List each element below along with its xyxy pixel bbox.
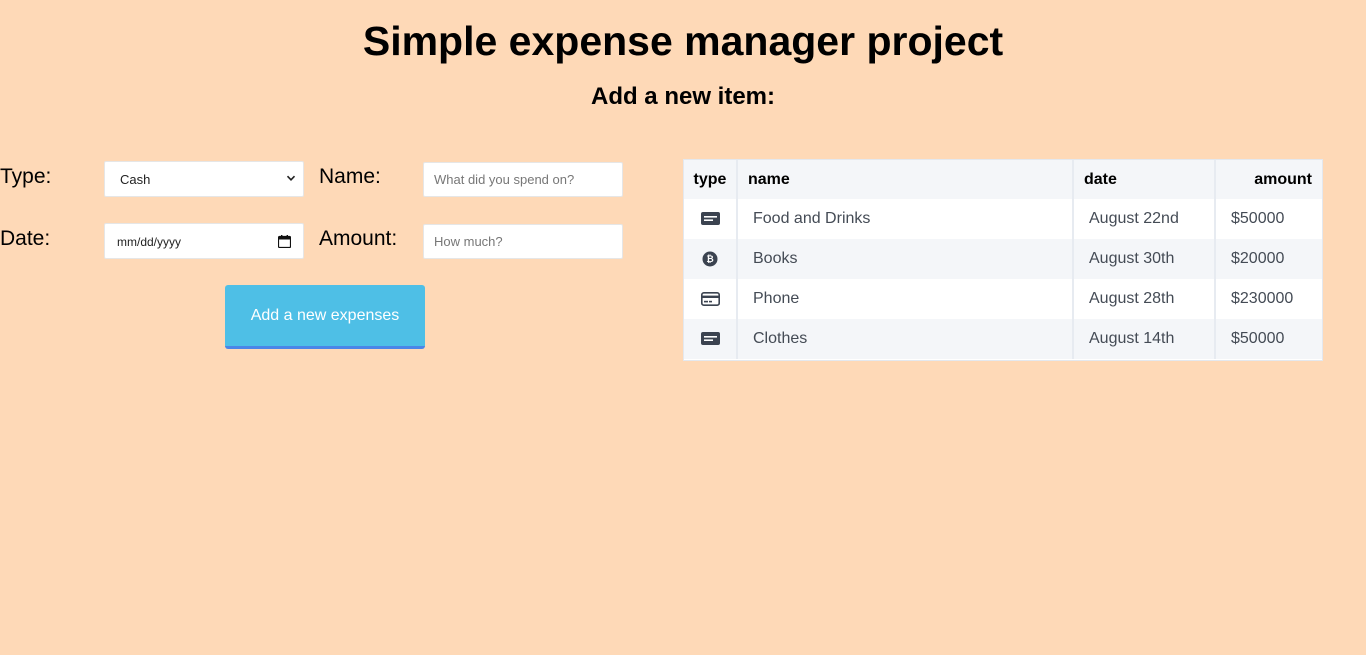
- type-select[interactable]: Cash: [104, 161, 304, 197]
- row-name-cell: Books: [738, 239, 1074, 279]
- row-amount-cell: $50000: [1216, 319, 1322, 359]
- column-header-date[interactable]: date: [1074, 160, 1216, 199]
- amount-label: Amount:: [319, 227, 398, 250]
- table-header-row: type name date amount: [684, 160, 1322, 199]
- column-header-type[interactable]: type: [684, 160, 738, 199]
- date-label: Date:: [0, 227, 51, 250]
- row-type-cell: [684, 199, 738, 239]
- table-row: ₿ Books August 30th $20000: [684, 239, 1322, 279]
- page: Simple expense manager project Add a new…: [0, 0, 1366, 655]
- row-date-cell: August 22nd: [1074, 199, 1216, 239]
- row-amount-cell: $50000: [1231, 210, 1285, 227]
- svg-text:₿: ₿: [706, 254, 713, 265]
- name-label: Name:: [319, 165, 381, 188]
- row-type-cell: [684, 319, 738, 359]
- row-date-cell: August 30th: [1074, 239, 1216, 279]
- date-input-placeholder: mm/dd/yyyy: [117, 235, 182, 249]
- row-name-cell: Clothes: [738, 319, 1074, 359]
- row-amount-cell: $20000: [1216, 239, 1322, 279]
- row-type-cell: ₿: [684, 239, 738, 279]
- table-row: Phone August 28th $230000: [684, 279, 1322, 319]
- crypto-icon: ₿: [702, 251, 718, 267]
- add-expense-button[interactable]: Add a new expenses: [225, 285, 425, 349]
- form-subtitle: Add a new item:: [590, 83, 776, 110]
- type-select-value: Cash: [120, 172, 151, 187]
- row-amount-cell: $230000: [1231, 290, 1294, 307]
- calendar-icon[interactable]: [278, 235, 291, 248]
- card-icon: [700, 291, 720, 306]
- column-header-name[interactable]: name: [738, 160, 1074, 199]
- type-label: Type:: [0, 165, 52, 188]
- name-input[interactable]: [423, 162, 623, 197]
- cash-icon: [700, 212, 720, 226]
- expenses-table: type name date amount Food and Drinks Au…: [683, 159, 1323, 361]
- row-date-cell: August 28th: [1074, 279, 1216, 319]
- table-row: Food and Drinks August 22nd $50000: [684, 199, 1322, 239]
- date-input[interactable]: mm/dd/yyyy: [104, 223, 304, 259]
- amount-input[interactable]: [423, 224, 623, 259]
- row-name-cell: Food and Drinks: [738, 199, 1074, 239]
- row-type-cell: [684, 279, 738, 319]
- table-row: Clothes August 14th $50000: [684, 319, 1322, 359]
- cash-icon: [700, 332, 720, 346]
- page-title: Simple expense manager project: [362, 18, 1004, 64]
- column-header-amount[interactable]: amount: [1216, 160, 1322, 199]
- chevron-down-icon: [286, 175, 296, 181]
- row-name-cell: Phone: [738, 279, 1074, 319]
- row-date-cell: August 14th: [1074, 319, 1216, 359]
